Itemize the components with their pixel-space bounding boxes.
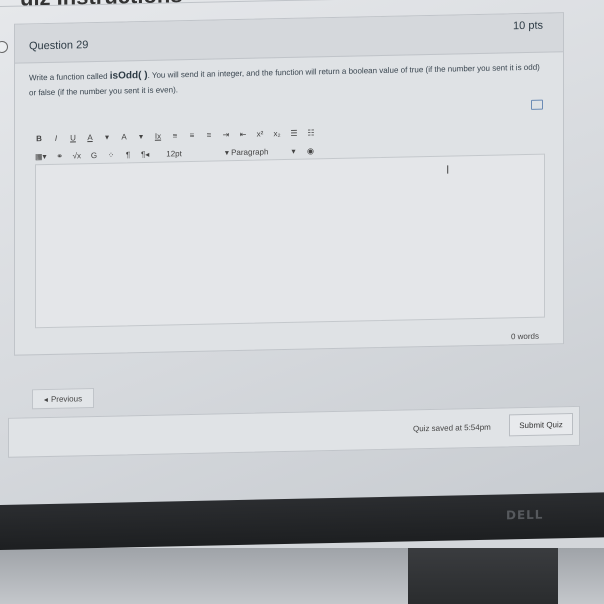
editor-toolbar-row-1: B I U A ▾ A ▾ Ix ≡ ≡ ≡ ⇥ ⇤ x² x₂ ☰ ☷ [35,125,315,145]
equation-button[interactable]: √x [73,151,81,160]
bold-button[interactable]: B [35,134,43,143]
question-card: Question 29 10 pts Write a function call… [14,12,564,356]
indent-button[interactable]: ⇥ [222,130,230,139]
submit-quiz-button[interactable]: Submit Quiz [509,412,573,437]
chevron-left-icon: ◂ [43,394,48,404]
question-text-before: Write a function called [29,71,110,83]
superscript-button[interactable]: x² [256,129,264,138]
ltr-button[interactable]: ¶ [124,150,132,159]
previous-label: Previous [50,393,83,404]
align-left-button[interactable]: ≡ [171,131,179,140]
background-color-dropdown-icon[interactable]: ▾ [137,131,145,141]
html-editor-toggle-icon[interactable] [531,99,543,110]
text-color-button[interactable]: A [86,133,94,142]
question-header: Question 29 10 pts [15,13,563,64]
embed-button[interactable]: G [90,150,98,159]
link-button[interactable]: ⚭ [56,151,64,160]
accessibility-checker-icon[interactable]: ◉ [306,146,314,155]
submit-bar: Quiz saved at 5:54pm Submit Quiz [8,405,580,458]
font-size-select[interactable]: 12pt [166,149,182,158]
background-color-button[interactable]: A [120,132,128,141]
question-points: 10 pts [513,19,543,33]
brand-logo: DELL [506,507,544,523]
bullet-list-button[interactable]: ☰ [290,128,298,137]
quiz-saved-status: Quiz saved at 5:54pm [413,422,491,434]
align-right-button[interactable]: ≡ [205,130,213,139]
table-button[interactable]: ▦▾ [35,152,47,161]
text-cursor-icon: I [446,162,450,177]
rtl-button[interactable]: ¶◂ [141,149,149,158]
monitor-stand [408,548,558,604]
numbered-list-button[interactable]: ☷ [307,128,315,137]
paragraph-dropdown-icon[interactable]: ▾ [289,146,297,155]
function-name: isOdd( ) [109,69,148,82]
text-color-dropdown-icon[interactable]: ▾ [103,132,111,141]
word-count: 0 words [510,331,539,342]
paragraph-format-select[interactable]: ▾ Paragraph [225,147,269,157]
underline-button[interactable]: U [69,133,77,142]
question-text: Write a function called isOdd( ). You wi… [29,60,549,101]
outdent-button[interactable]: ⇤ [239,129,247,138]
question-flag-icon[interactable] [0,40,8,54]
question-title: Question 29 [29,39,89,53]
italic-button[interactable]: I [52,133,60,142]
media-button[interactable]: ⁘ [107,150,115,159]
align-center-button[interactable]: ≡ [188,130,196,139]
previous-button[interactable]: ◂ Previous [32,388,94,410]
subscript-button[interactable]: x₂ [273,129,281,138]
answer-text-editor[interactable]: I [35,153,545,329]
clear-formatting-button[interactable]: Ix [154,131,162,140]
monitor-screen: uiz Instructions Question 29 10 pts Writ… [0,0,604,510]
